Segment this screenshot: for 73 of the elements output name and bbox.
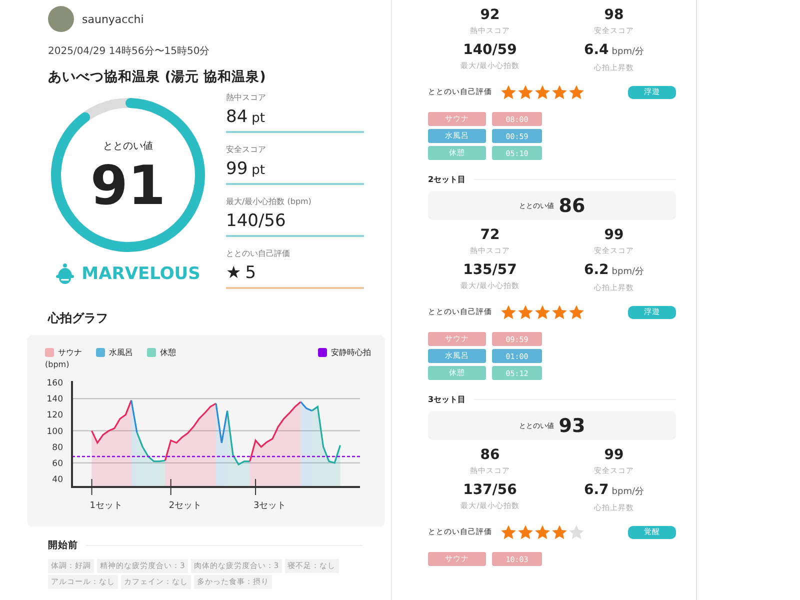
gauge-label: ととのい値 — [103, 140, 153, 153]
legend-label: 水風呂 — [109, 346, 133, 358]
tick-mark — [255, 478, 256, 496]
metric-value: 98 — [604, 6, 624, 25]
metric-value: 99 — [604, 446, 624, 465]
stat-unit: pt — [252, 163, 265, 178]
tick-label: 1セット — [90, 501, 122, 511]
metric-value: 6.2 — [584, 261, 609, 280]
score-value: 86 — [558, 194, 586, 216]
star-icon — [534, 304, 551, 320]
metric-value: 92 — [480, 6, 500, 25]
tick-label: 160 — [46, 378, 63, 389]
stat-unit: pt — [252, 111, 265, 126]
metric-value: 72 — [480, 226, 500, 245]
score-value: 93 — [558, 414, 586, 436]
axis-title: (bpm) — [45, 360, 70, 369]
star-icon — [534, 84, 551, 100]
metric-value: 6.7 — [584, 481, 609, 500]
metric-value: 86 — [480, 446, 500, 465]
stat-value: 140/56 — [226, 211, 286, 231]
tick-label: 100 — [46, 426, 63, 437]
star-icon — [517, 84, 534, 100]
star-icon — [517, 524, 534, 540]
star-icon — [500, 304, 517, 320]
metric-value: 99 — [604, 226, 624, 245]
star-icon — [551, 524, 568, 540]
star-icon — [500, 84, 517, 100]
stat-value: 84 — [226, 107, 248, 127]
star-icon — [534, 524, 551, 540]
star-icon — [517, 304, 534, 320]
sauna-hat-icon — [56, 263, 74, 285]
star-icon: ★ — [226, 263, 242, 283]
set-title: 2セット目 — [428, 174, 466, 185]
stat-label: 安全スコア — [226, 144, 267, 155]
set-title: 3セット目 — [428, 394, 466, 405]
metric-value: 137/56 — [463, 481, 517, 500]
metric-unit: bpm/分 — [612, 266, 644, 279]
metric-unit: bpm/分 — [612, 486, 644, 499]
legend-label: サウナ — [58, 346, 82, 358]
username[interactable]: saunyacchi — [82, 12, 144, 26]
tick-mark — [170, 478, 172, 496]
stat-label: ととのい自己評価 — [226, 248, 291, 259]
stat-label: 最大/最小心拍数 (bpm) — [226, 196, 312, 207]
star-icon — [568, 84, 585, 100]
star-icon — [568, 304, 585, 320]
stat-value: 99 — [226, 159, 248, 179]
metric-unit: bpm/分 — [612, 46, 644, 59]
star-icon — [568, 524, 585, 540]
session-datetime: 2025/04/29 14時56分〜15時50分 — [48, 44, 211, 58]
tick-label: 120 — [46, 410, 63, 421]
gauge-value: 91 — [90, 159, 166, 213]
stat-label: 熱中スコア — [226, 92, 267, 103]
tick-label: 3セット — [254, 501, 286, 511]
tick-label: 40 — [52, 474, 63, 485]
metric-value: 135/57 — [463, 261, 517, 280]
tick-label: 80 — [52, 442, 63, 453]
rank-label: MARVELOUS — [82, 264, 200, 284]
metric-value: 6.4 — [584, 41, 609, 60]
tick-label: 2セット — [168, 501, 202, 511]
star-icon — [500, 524, 517, 540]
tick-label: 60 — [52, 458, 63, 469]
tick-mark — [91, 478, 92, 496]
star-icon — [551, 304, 568, 320]
facility-name: あいべつ協和温泉 (湯元 協和温泉) — [48, 68, 267, 86]
section-title: 開始前 — [48, 539, 78, 552]
avatar-photo-placeholder[interactable] — [48, 6, 74, 32]
metric-value: 140/59 — [463, 41, 517, 60]
legend-label: 休憩 — [160, 346, 176, 358]
section-title: 心拍グラフ — [48, 310, 109, 327]
stat-value: 5 — [245, 263, 256, 283]
legend-label: 安静時心拍 — [331, 346, 371, 358]
star-icon — [551, 84, 568, 100]
tick-label: 140 — [46, 394, 63, 405]
